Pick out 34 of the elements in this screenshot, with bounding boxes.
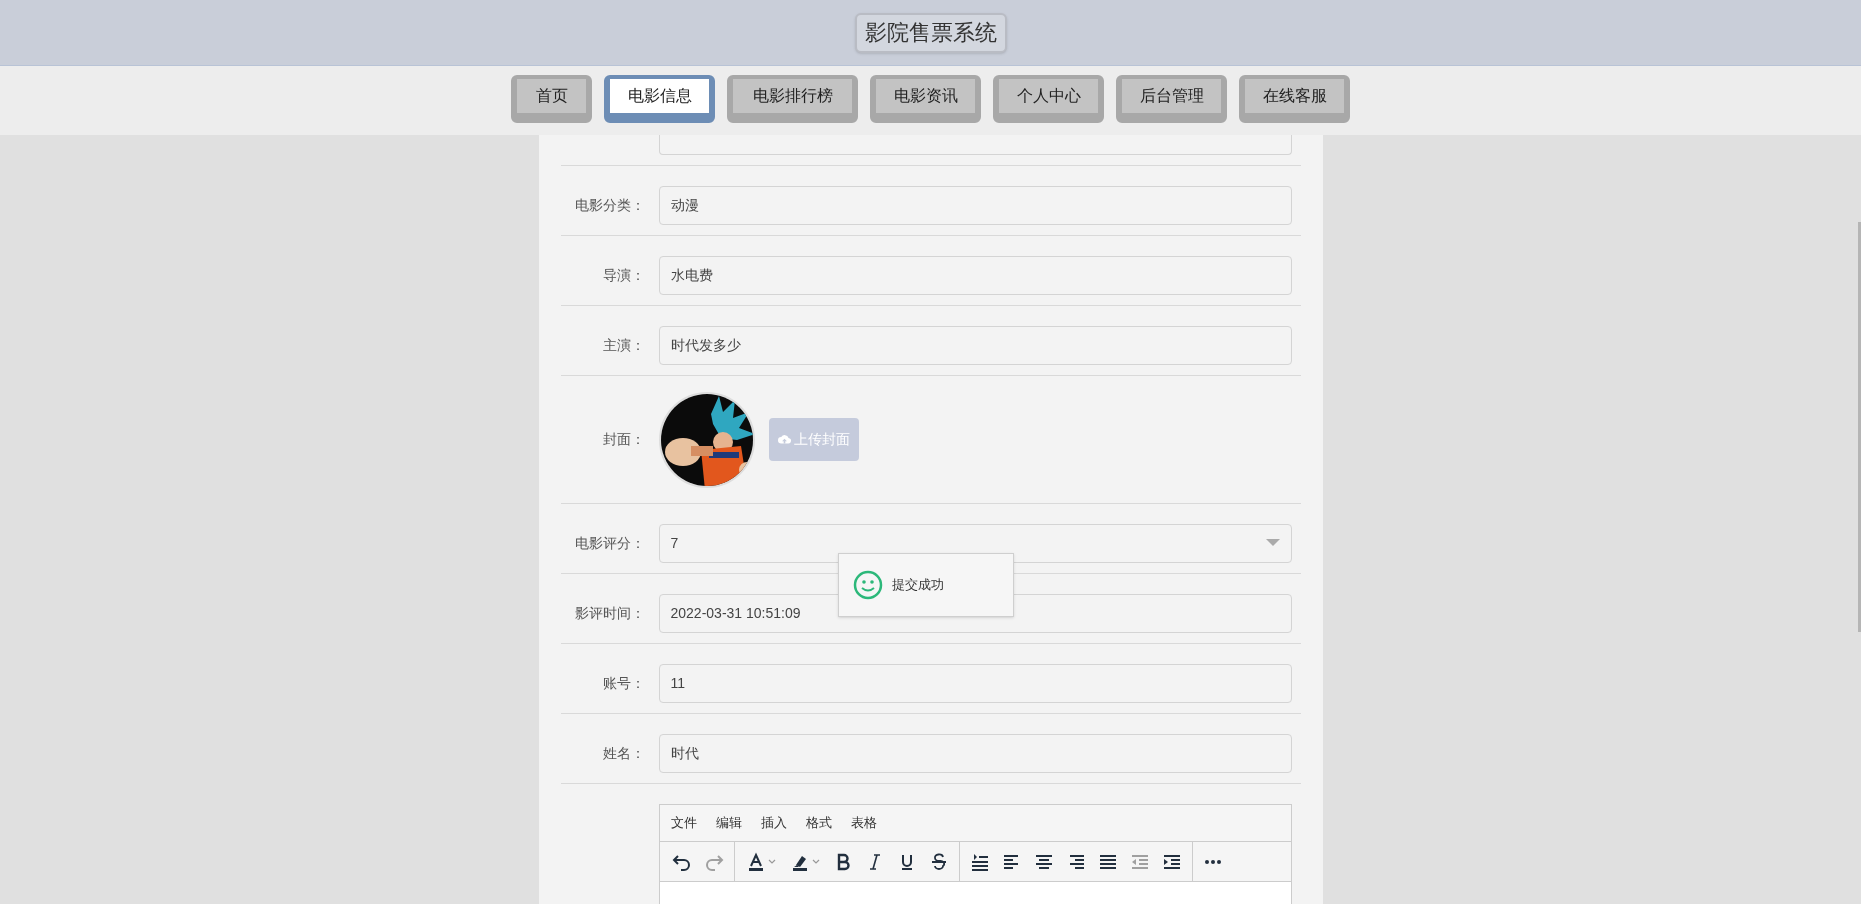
nav-tab[interactable]: 首页 [511,75,592,123]
text-field[interactable]: 水电费 [658,255,1292,295]
nav-tab[interactable]: 后台管理 [1116,75,1227,123]
nav-tab[interactable]: 电影资讯 [870,75,981,123]
field-label: 账号： [601,673,645,693]
field-label: 电影评分： [573,533,645,553]
nav-tab[interactable]: 电影信息 [604,75,715,123]
rich-text-editor[interactable]: 文件 编辑 插入 格式 表格 [658,804,1292,904]
menu-item[interactable]: 文件 [670,813,697,833]
select-field[interactable]: 7 [658,523,1292,563]
toast-message: 提交成功 [892,576,944,595]
nav-tab[interactable]: 在线客服 [1239,75,1350,123]
menu-item[interactable]: 编辑 [715,813,742,833]
app-title: 影院售票系统 [854,12,1007,53]
nav-tab[interactable]: 电影排行榜 [727,75,858,123]
select-value: 7 [670,533,679,553]
field-label: 主演： [601,335,645,355]
text-field[interactable]: 11 [658,663,1292,703]
cloud-upload-icon [777,434,791,445]
nav-tab[interactable]: 个人中心 [993,75,1104,123]
text-field[interactable]: 时代发多少 [658,325,1292,365]
menu-item[interactable]: 格式 [805,813,832,833]
caret-icon [1265,539,1280,547]
field-label: 导演： [601,265,645,285]
field-label: 电影分类： [573,195,645,215]
field-label: 姓名： [601,743,645,763]
text-field[interactable]: 动漫 [658,185,1292,225]
menu-item[interactable]: 表格 [850,813,877,833]
smile-icon [853,570,883,600]
field-label: 封面： [601,430,645,449]
scrollbar-thumb[interactable] [1858,222,1861,632]
menu-item[interactable]: 插入 [760,813,787,833]
field-label: 影评时间： [573,603,645,623]
text-field[interactable]: 时代 [658,733,1292,773]
